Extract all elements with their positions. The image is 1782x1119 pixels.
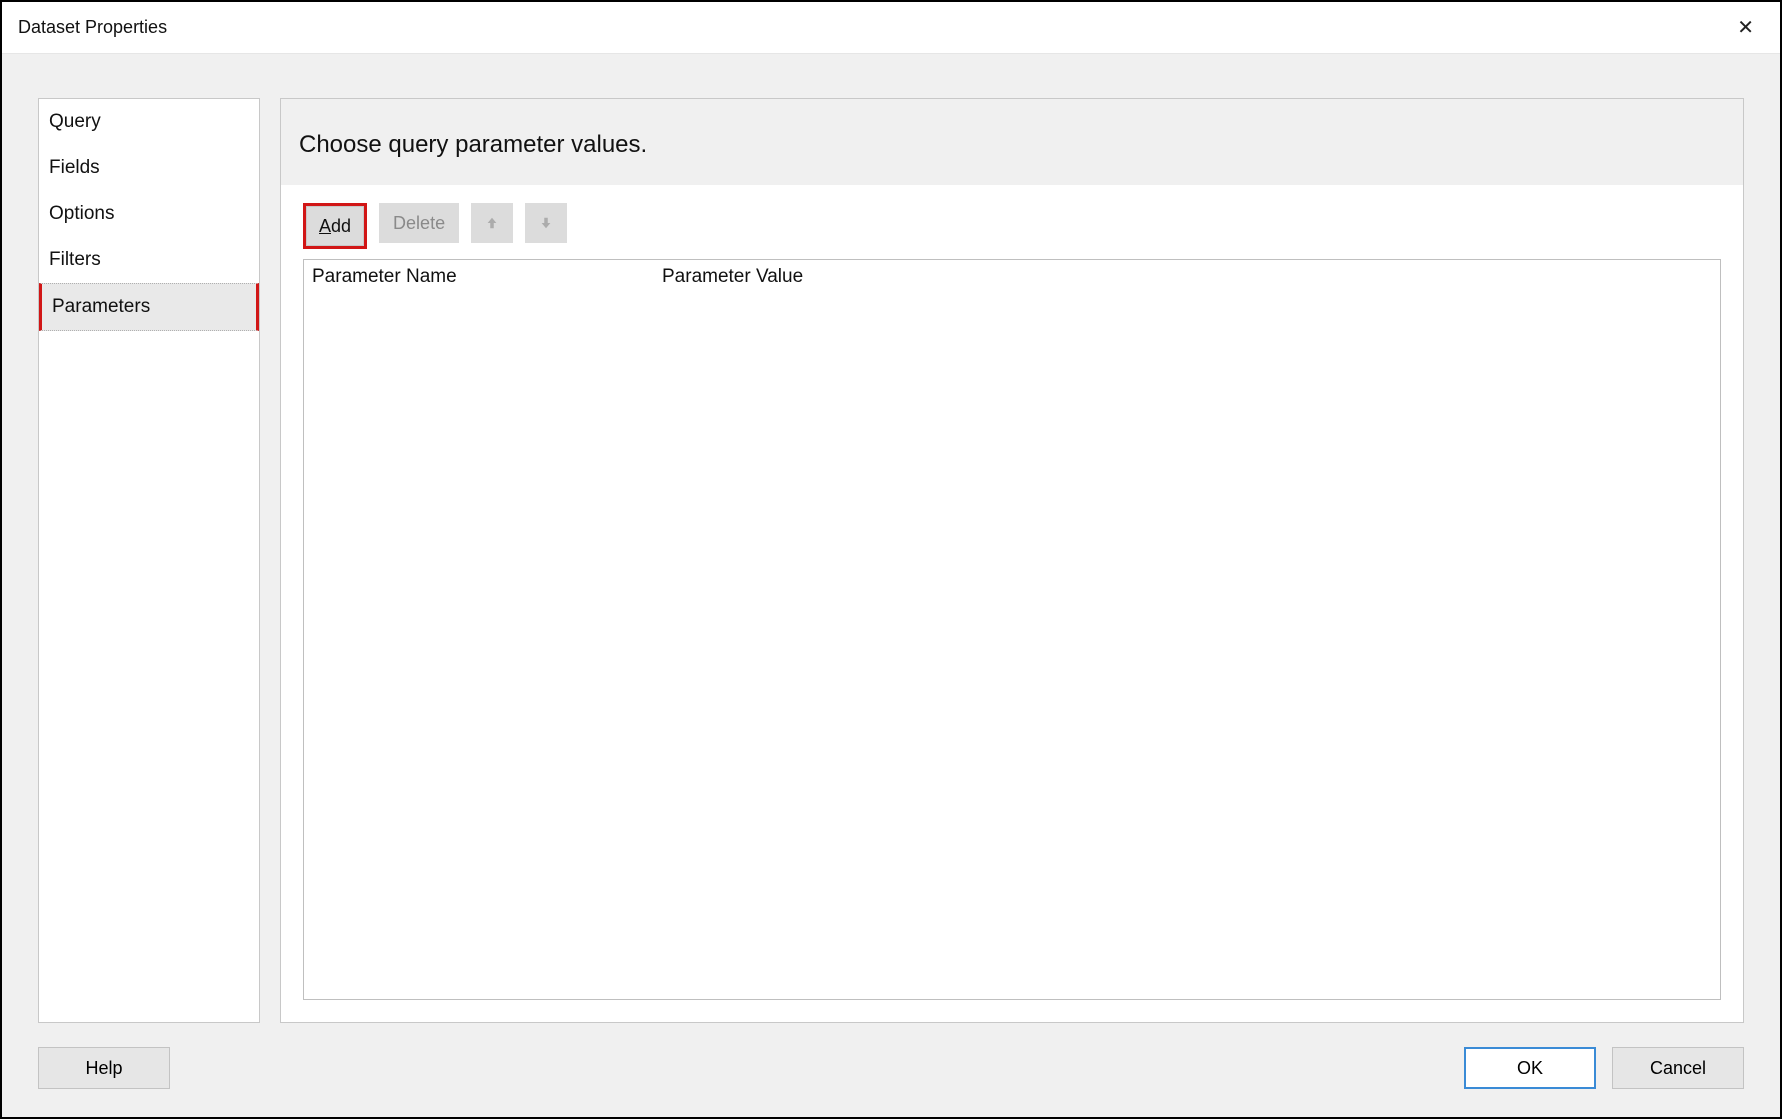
sidebar-item-parameters[interactable]: Parameters: [39, 283, 259, 331]
add-accelerator: A: [319, 216, 331, 236]
grid-header: Parameter Name Parameter Value: [304, 260, 1720, 296]
column-header-name[interactable]: Parameter Name: [304, 260, 654, 296]
sidebar: Query Fields Options Filters Parameters: [38, 98, 260, 1023]
dataset-properties-dialog: Dataset Properties ✕ Query Fields Option…: [0, 0, 1782, 1119]
sidebar-item-fields[interactable]: Fields: [39, 145, 259, 191]
sidebar-item-filters[interactable]: Filters: [39, 237, 259, 283]
add-suffix: dd: [331, 216, 351, 236]
ok-button[interactable]: OK: [1464, 1047, 1596, 1089]
close-icon[interactable]: ✕: [1727, 12, 1764, 44]
dialog-body: Query Fields Options Filters Parameters …: [2, 54, 1780, 1117]
arrow-up-icon: [485, 215, 499, 231]
parameters-toolbar: Add Delete: [303, 203, 1721, 249]
main-panel: Choose query parameter values. Add Delet…: [280, 98, 1744, 1023]
sidebar-item-options[interactable]: Options: [39, 191, 259, 237]
move-down-button[interactable]: [525, 203, 567, 243]
help-button[interactable]: Help: [38, 1047, 170, 1089]
column-header-value[interactable]: Parameter Value: [654, 260, 1720, 296]
parameters-pane: Add Delete Parameter Name: [281, 185, 1743, 1022]
page-title: Choose query parameter values.: [281, 99, 1743, 185]
sidebar-item-query[interactable]: Query: [39, 99, 259, 145]
arrow-down-icon: [539, 215, 553, 231]
add-button[interactable]: Add: [306, 206, 364, 246]
delete-button[interactable]: Delete: [379, 203, 459, 243]
add-button-highlight: Add: [303, 203, 367, 249]
parameters-grid[interactable]: Parameter Name Parameter Value: [303, 259, 1721, 1000]
dialog-title: Dataset Properties: [18, 17, 167, 38]
dialog-footer: Help OK Cancel: [2, 1033, 1780, 1117]
move-up-button[interactable]: [471, 203, 513, 243]
titlebar: Dataset Properties ✕: [2, 2, 1780, 54]
cancel-button[interactable]: Cancel: [1612, 1047, 1744, 1089]
